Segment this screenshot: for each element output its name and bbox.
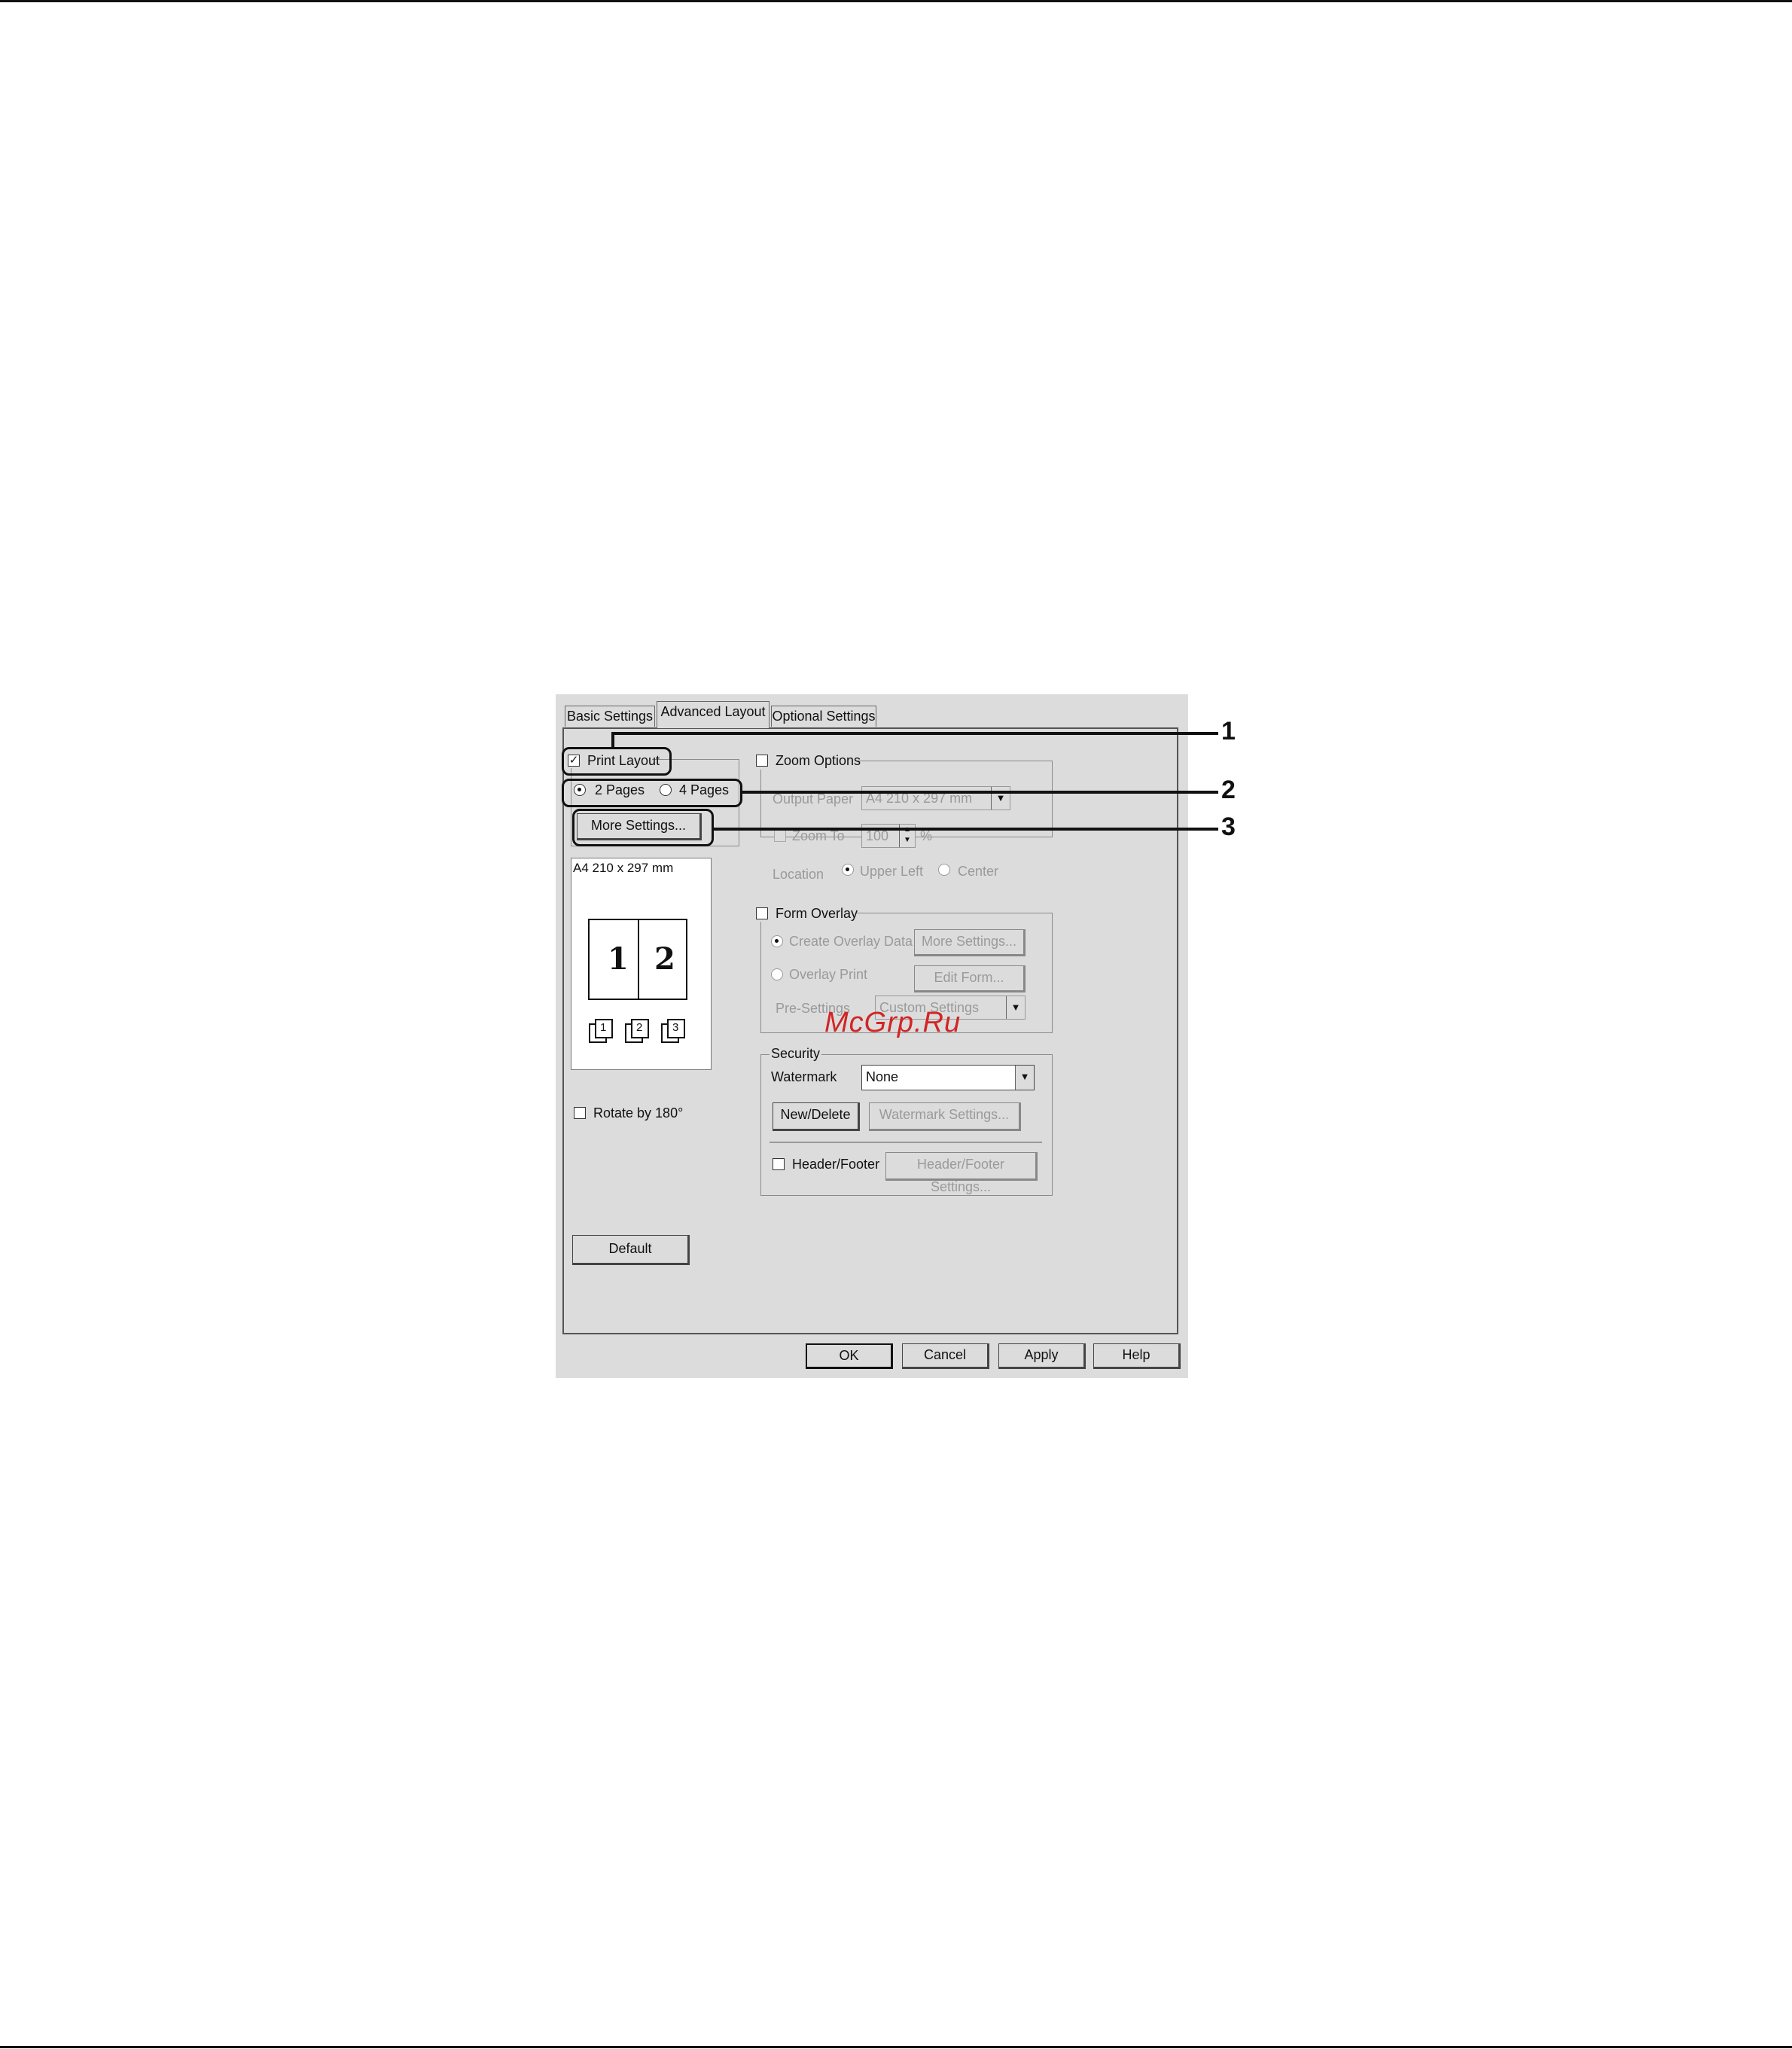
- callout-leader-1: [611, 732, 1218, 735]
- watermark-label: Watermark: [771, 1069, 837, 1084]
- radio-upper-left-label: Upper Left: [860, 864, 924, 879]
- zoom-options-label: Zoom Options: [776, 753, 861, 768]
- radio-upper-left[interactable]: [842, 864, 854, 876]
- callout-highlight-3: [572, 809, 714, 846]
- collate-icon-2: 2: [624, 1018, 653, 1044]
- apply-button[interactable]: Apply: [998, 1343, 1086, 1369]
- security-separator: [770, 1142, 1042, 1143]
- help-button[interactable]: Help: [1093, 1343, 1181, 1369]
- top-rule: [0, 0, 1792, 2]
- watermark-select[interactable]: None ▼: [861, 1065, 1035, 1090]
- bottom-rule: [0, 2046, 1792, 2048]
- form-overlay-label: Form Overlay: [776, 906, 858, 921]
- cancel-button[interactable]: Cancel: [902, 1343, 989, 1369]
- edit-form-button[interactable]: Edit Form...: [914, 965, 1026, 992]
- tab-advanced-layout[interactable]: Advanced Layout: [657, 701, 770, 728]
- callout-number-3: 3: [1221, 813, 1236, 841]
- rotate-label: Rotate by 180°: [593, 1105, 684, 1121]
- radio-center[interactable]: [938, 864, 950, 876]
- paper-size-label: A4 210 x 297 mm: [573, 861, 674, 875]
- zoom-to-checkbox[interactable]: [774, 830, 786, 842]
- collate-icon-1: 1: [588, 1018, 617, 1044]
- header-footer-label: Header/Footer: [792, 1157, 880, 1172]
- create-overlay-label: Create Overlay Data: [789, 934, 913, 949]
- preview-sheet: 1 2: [588, 919, 687, 1000]
- default-button[interactable]: Default: [572, 1235, 690, 1265]
- preview-page-1: 1: [608, 941, 629, 977]
- collate-icon-3: 3: [660, 1018, 689, 1044]
- overlay-more-settings-button[interactable]: More Settings...: [914, 929, 1026, 956]
- layout-preview: A4 210 x 297 mm 1 2 1 2 3: [571, 858, 712, 1070]
- chevron-down-icon: ▼: [1006, 996, 1025, 1019]
- zoom-options-checkbox[interactable]: [756, 755, 768, 767]
- callout-highlight-1: [562, 747, 672, 776]
- callout-number-1: 1: [1221, 717, 1236, 746]
- radio-create-overlay[interactable]: [771, 935, 783, 947]
- rotate-checkbox[interactable]: [574, 1107, 586, 1119]
- header-footer-settings-button[interactable]: Header/Footer Settings...: [885, 1152, 1038, 1194]
- watermark-settings-button[interactable]: Watermark Settings...: [869, 1102, 1021, 1131]
- preview-page-2: 2: [654, 941, 675, 977]
- location-label: Location: [773, 867, 824, 882]
- ok-button[interactable]: OK: [806, 1343, 893, 1369]
- form-overlay-checkbox[interactable]: [756, 907, 768, 919]
- tab-optional-settings[interactable]: Optional Settings: [771, 706, 876, 727]
- callout-leader-2: [741, 791, 1218, 794]
- chevron-down-icon: ▼: [1015, 1066, 1034, 1090]
- site-watermark: McGrp.Ru: [824, 1007, 962, 1038]
- radio-center-label: Center: [958, 864, 999, 879]
- tab-basic-settings[interactable]: Basic Settings: [565, 706, 655, 727]
- callout-leader-3: [712, 828, 1218, 831]
- overlay-print-label: Overlay Print: [789, 967, 868, 982]
- security-label: Security: [770, 1045, 822, 1062]
- callout-number-2: 2: [1221, 776, 1236, 804]
- output-paper-select[interactable]: A4 210 x 297 mm ▼: [861, 786, 1010, 810]
- callout-highlight-2: [562, 779, 742, 807]
- radio-overlay-print[interactable]: [771, 968, 783, 980]
- header-footer-checkbox[interactable]: [773, 1158, 785, 1170]
- new-delete-button[interactable]: New/Delete: [773, 1102, 860, 1131]
